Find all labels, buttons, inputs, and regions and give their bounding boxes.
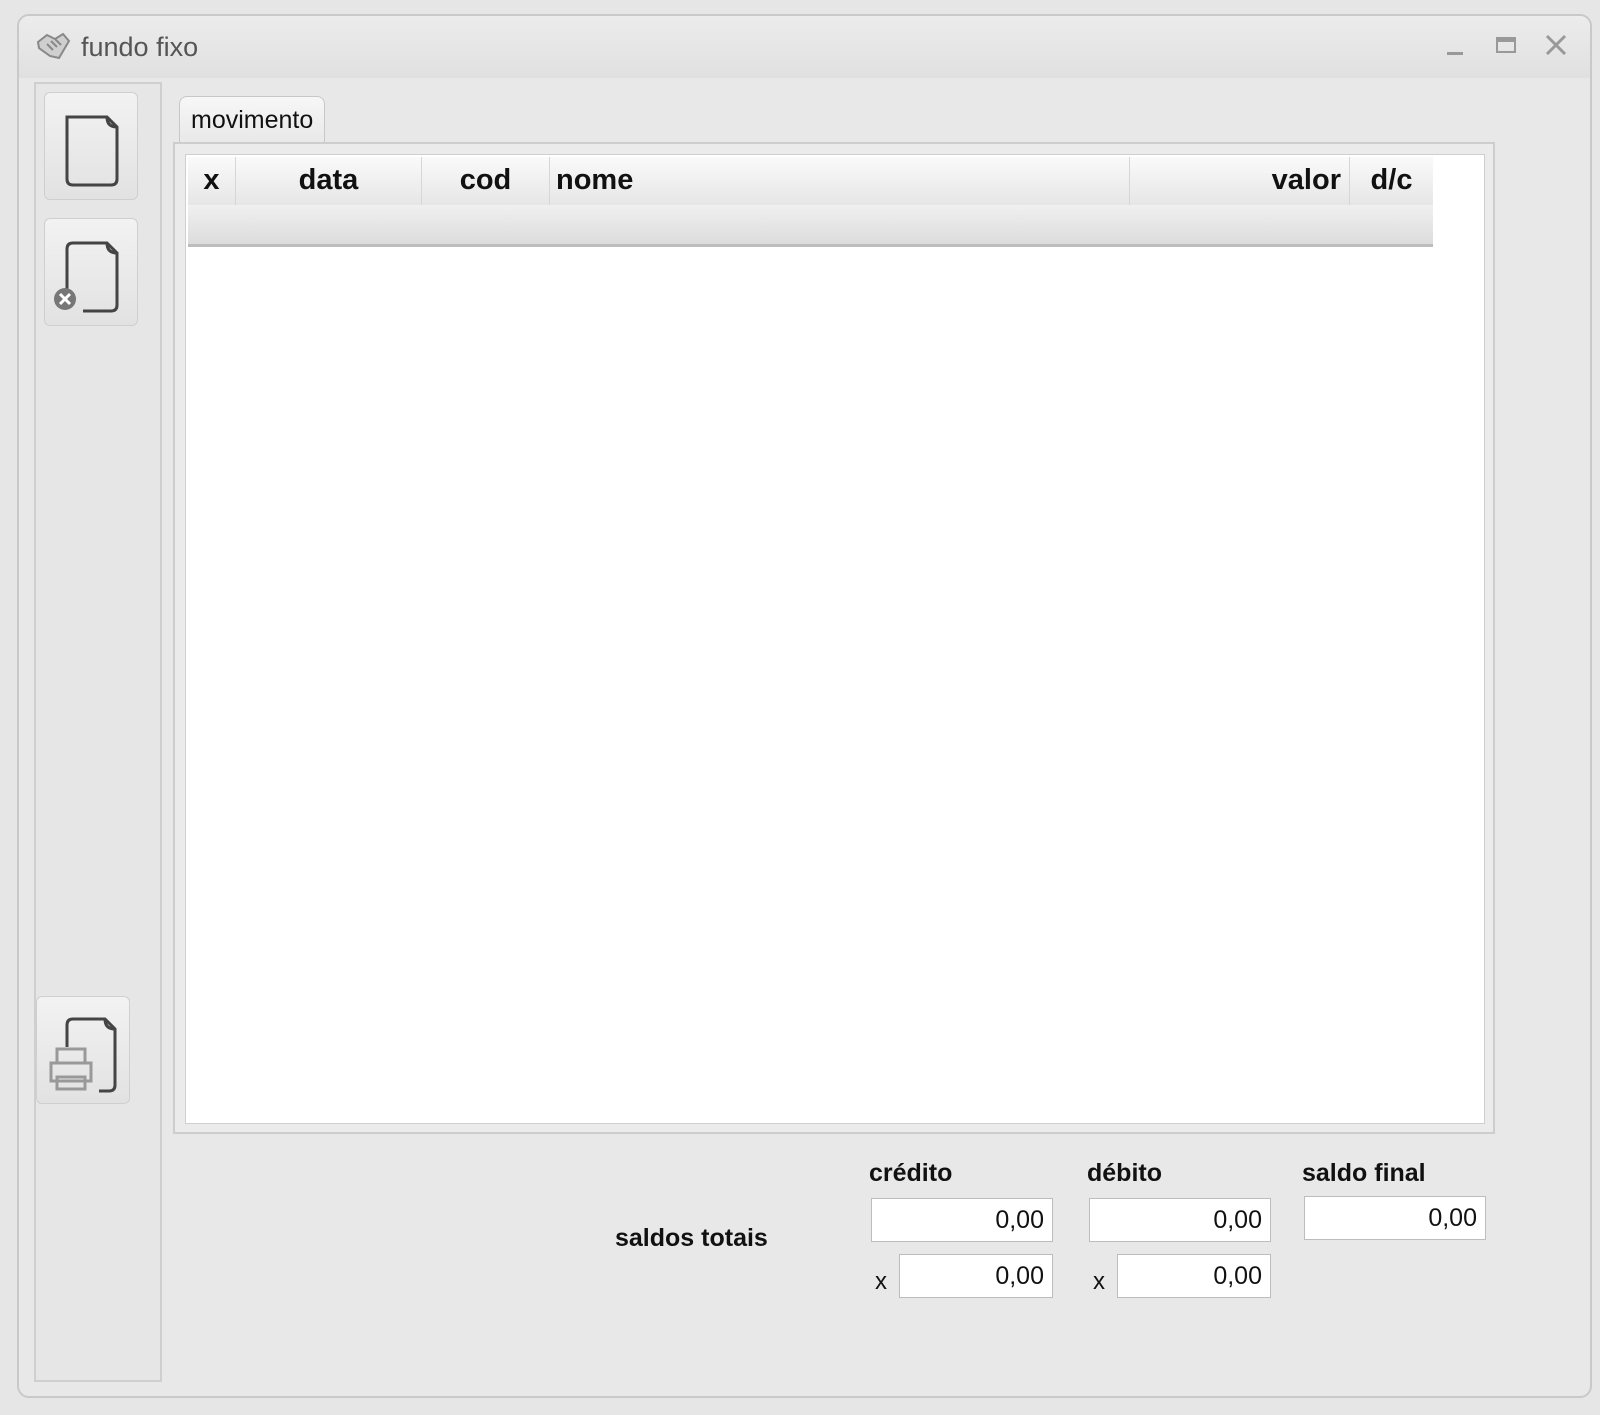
debito-total-field[interactable]: 0,00: [1089, 1198, 1271, 1242]
column-header-nome[interactable]: nome: [550, 157, 1130, 205]
grid-header: x data cod nome valor d/c: [188, 157, 1433, 206]
debito-selected-field[interactable]: 0,00: [1117, 1254, 1271, 1298]
movement-grid[interactable]: x data cod nome valor d/c: [185, 154, 1485, 1124]
maximize-icon[interactable]: [1489, 30, 1523, 62]
delete-button[interactable]: [44, 218, 138, 326]
print-button[interactable]: [36, 996, 130, 1104]
column-header-valor[interactable]: valor: [1130, 157, 1350, 205]
debito-selected-prefix: x: [1093, 1268, 1105, 1295]
title-bar: fundo fixo: [19, 16, 1590, 78]
saldo-final-field[interactable]: 0,00: [1304, 1196, 1486, 1240]
print-document-icon: [49, 1017, 117, 1093]
debito-label: débito: [1087, 1159, 1162, 1187]
window-title: fundo fixo: [81, 32, 199, 62]
minimize-icon[interactable]: [1439, 30, 1473, 62]
column-header-cod[interactable]: cod: [422, 157, 550, 205]
tab-panel-movimento: x data cod nome valor d/c: [173, 142, 1495, 1134]
close-icon[interactable]: [1539, 30, 1573, 62]
saldos-totais-label: saldos totais: [615, 1224, 768, 1252]
new-document-icon: [65, 115, 119, 187]
column-header-dc[interactable]: d/c: [1350, 157, 1433, 205]
delete-document-icon: [54, 241, 119, 313]
credito-selected-field[interactable]: 0,00: [899, 1254, 1053, 1298]
handshake-icon: [36, 32, 71, 60]
grid-filter-row[interactable]: [188, 205, 1433, 247]
app-window: fundo fixo movimento x data cod nome val…: [17, 14, 1592, 1398]
credito-label: crédito: [869, 1159, 953, 1187]
saldo-final-label: saldo final: [1302, 1159, 1426, 1187]
credito-total-field[interactable]: 0,00: [871, 1198, 1053, 1242]
tab-movimento[interactable]: movimento: [179, 96, 325, 144]
credito-selected-prefix: x: [875, 1268, 887, 1295]
new-button[interactable]: [44, 92, 138, 200]
column-header-data[interactable]: data: [236, 157, 422, 205]
side-toolbar: [34, 82, 162, 1382]
column-header-x[interactable]: x: [188, 157, 236, 205]
